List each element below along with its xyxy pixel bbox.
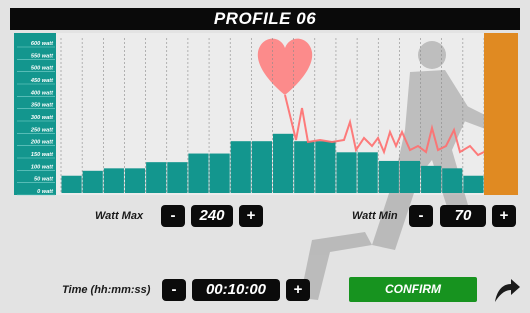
chart-canvas: 0 watt 50 watt 100 watt 150 watt 200 watt 250…	[14, 33, 518, 300]
y-tick-label: 0 watt	[37, 189, 54, 195]
back-arrow-icon[interactable]	[491, 276, 521, 304]
y-tick-label: 300 watt	[31, 115, 54, 121]
watt-min-label: Watt Min	[352, 210, 398, 222]
confirm-button[interactable]: CONFIRM	[349, 277, 477, 302]
time-minus-button[interactable]: -	[162, 279, 186, 301]
watt-max-label: Watt Max	[95, 210, 144, 222]
chart-bar	[61, 175, 82, 193]
chart-bar	[421, 165, 442, 193]
y-tick-label: 350 watt	[31, 103, 54, 109]
right-color-panel	[484, 33, 518, 195]
chart-bar	[336, 152, 357, 193]
watt-min-value: 70	[440, 205, 486, 227]
watt-min-minus-button[interactable]: -	[409, 205, 433, 227]
chart-bar	[230, 141, 251, 193]
time-label: Time (hh:mm:ss)	[62, 284, 151, 296]
y-tick-label: 450 watt	[30, 78, 54, 84]
chart-bar	[294, 141, 315, 193]
chart-bar	[146, 162, 167, 193]
time-plus-button[interactable]: +	[286, 279, 310, 301]
chart-bar	[188, 153, 209, 193]
chart-bar	[273, 133, 294, 193]
chart-bar	[315, 141, 336, 193]
chart-bar	[378, 160, 399, 193]
chart-bar	[442, 168, 463, 193]
watt-min-plus-button[interactable]: +	[492, 205, 516, 227]
profile-chart: 0 watt 50 watt 100 watt 150 watt 200 watt 250…	[0, 0, 530, 313]
chart-bar	[82, 170, 103, 193]
y-tick-label: 600 watt	[31, 41, 54, 47]
chart-bar	[209, 153, 230, 193]
chart-bar	[463, 175, 484, 193]
y-tick-label: 150 watt	[31, 152, 54, 158]
y-tick-label: 100 watt	[31, 164, 54, 170]
y-tick-label: 400 watt	[30, 90, 54, 96]
chart-bar	[357, 152, 378, 193]
chart-bar	[167, 162, 188, 193]
watt-max-minus-button[interactable]: -	[161, 205, 185, 227]
y-tick-label: 50 watt	[34, 177, 54, 183]
chart-bar	[399, 160, 421, 193]
time-value: 00:10:00	[192, 279, 280, 301]
watt-max-plus-button[interactable]: +	[239, 205, 263, 227]
chart-bar	[124, 168, 146, 193]
chart-bar	[103, 168, 124, 193]
y-tick-label: 500 watt	[31, 66, 54, 72]
y-tick-label: 200 watt	[30, 140, 54, 146]
y-tick-label: 250 watt	[30, 127, 54, 133]
watt-max-value: 240	[191, 205, 233, 227]
chart-bar	[251, 141, 272, 193]
y-tick-label: 550 watt	[31, 53, 54, 59]
